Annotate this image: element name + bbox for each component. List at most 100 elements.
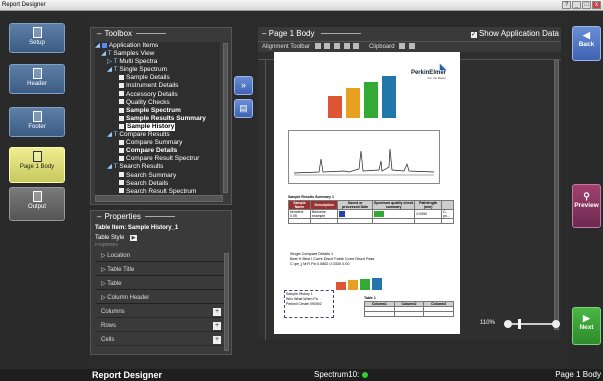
nav-setup-button[interactable]: Setup [9,23,65,53]
next-button[interactable]: ▶ Next [572,307,601,345]
tree-item[interactable]: Quality Checks [95,99,220,107]
nav-label: Header [27,81,47,87]
sample-history-table[interactable]: Sample History 1 Who What When Pa Perkin… [284,290,334,318]
tree-item[interactable]: ◢ T Compare Results [95,131,220,139]
add-icon[interactable]: + [213,308,221,316]
checkbox-icon: ✓ [470,32,477,38]
align-right-icon[interactable] [333,43,340,50]
status-page: Page 1 Body [555,370,601,379]
table-cell [372,209,416,219]
paste-icon[interactable] [408,43,415,50]
table-cell: C-po... [440,209,455,219]
bar-orange [346,88,360,118]
tree-item[interactable]: Compare Result Spectrur [95,155,220,163]
nav-output-button[interactable]: Output [9,187,65,221]
tree-item[interactable]: ◢ Application Items [95,42,220,50]
align-top-icon[interactable] [343,43,350,50]
nav-page-body-button[interactable]: Page 1 Body [9,147,65,183]
minimize-icon[interactable]: _ [572,1,581,9]
properties-sublabel: Properties [95,243,118,248]
table-cell: benzene 0.05 [288,209,311,219]
clipboard-label: Clipboard [368,44,395,50]
zoom-slider[interactable] [504,319,560,329]
document-icon [32,151,42,162]
bar-green [364,82,378,118]
tree-item[interactable]: Search Summary [95,172,220,180]
copy-icon[interactable] [399,43,406,50]
group-table[interactable]: ▷ Table [95,278,227,290]
show-app-data-toggle[interactable]: ✓ Show Application Data [470,27,559,41]
tree-item[interactable]: Accessory Details [95,91,220,99]
back-button[interactable]: ◀ Back [572,26,601,61]
nav-label: Page 1 Body [19,164,55,170]
toolbox-hscroll[interactable] [95,195,223,202]
preview-button[interactable]: ⚲ Preview [572,184,601,228]
properties-panel: – Properties Table Item: Sample History_1… [90,210,232,355]
play-icon[interactable]: ▶ [130,235,138,241]
collapse-icon[interactable]: – [97,29,101,38]
zoom-out-icon[interactable] [504,320,512,328]
tree-item[interactable]: Compare Summary [95,139,220,147]
alignment-toolbar-label: Alignment Toolbar [262,44,310,50]
tree-item[interactable]: Sample Details [95,74,220,82]
tree-item[interactable]: Compare Details [95,147,220,155]
tree-item-selected[interactable]: Sample History [95,122,220,132]
canvas-vscroll[interactable] [554,60,559,330]
summary-table[interactable]: Sample Name Description Saved or process… [288,200,455,224]
document-icon [32,68,42,79]
tree-item[interactable]: Sample Results Summary [95,115,220,123]
group-column-header[interactable]: ▷ Column Header [95,292,227,304]
align-bottom-icon[interactable] [353,43,360,50]
help-icon[interactable]: ? [562,1,571,9]
tree-item[interactable]: Sample Spectrum [95,107,220,115]
collapse-icon[interactable]: – [97,212,101,221]
zoom-thumb[interactable] [518,319,521,329]
table-style-label: Table Style [95,235,125,241]
toolbox-title: Toolbox [104,29,133,38]
toolbox-vscroll[interactable] [223,43,228,193]
add-icon[interactable]: + [213,322,221,330]
table-item-label: Table Item: Sample History_1 [95,225,179,231]
compare-details[interactable]: Single Compare Details 1 Best H Best I C… [290,252,374,267]
close-icon[interactable]: x [592,1,601,9]
align-center-icon[interactable] [324,43,331,50]
column-header: Description [309,200,339,210]
nav-footer-button[interactable]: Footer [9,107,65,137]
delete-button[interactable]: ▤ [234,99,253,118]
history-row: Perkinil Create 09/09/2 [286,302,322,306]
spectrum-chart[interactable] [288,130,440,184]
tree-item[interactable]: Instrument Details [95,82,220,90]
table-row [288,218,455,224]
document-icon [32,111,42,122]
report-page[interactable]: ◣ PerkinElmer For the Better Sample Resu… [274,52,460,334]
properties-vscroll[interactable] [224,253,229,351]
table-style-row: Table Style ▶ [91,233,231,243]
tree-item[interactable]: Search Details [95,180,220,188]
column-header: Sample Name [288,200,311,210]
add-icon[interactable]: + [213,336,221,344]
tree-item[interactable]: ▷ T Multi Spectra [95,58,220,66]
nav-header-button[interactable]: Header [9,64,65,94]
properties-header: – Properties [91,211,231,223]
add-to-page-button[interactable]: » [234,76,253,95]
next-arrow-icon: ▶ [583,313,590,323]
tree-item[interactable]: ◢ T Samples View [95,50,220,58]
zoom-in-icon[interactable] [552,320,560,328]
group-table-title[interactable]: ▷ Table Title [95,264,227,276]
toolbox-tree: ◢ Application Items ◢ T Samples View ▷ T… [95,42,220,202]
tree-item[interactable]: ◢ T Search Results [95,163,220,171]
collapse-icon[interactable]: – [262,29,266,38]
window-title: Report Designer [2,2,46,8]
tree-item[interactable]: ◢ T Single Spectrum [95,66,220,74]
window-controls: ? _ □ x [562,1,601,9]
column-header: Pathlength (mm) [414,200,442,210]
table-row [364,311,454,317]
group-location[interactable]: ▷ Location [95,250,227,262]
table1[interactable]: Column1 Column2 Column3 [364,301,454,317]
align-left-icon[interactable] [314,43,321,50]
column-header: Saved or processed Date [337,200,374,210]
maximize-icon[interactable]: □ [582,1,591,9]
left-nav: Setup Header Footer Page 1 Body Output [0,11,90,369]
table1-title: Table 1 [364,296,376,300]
status-icon [339,210,346,217]
